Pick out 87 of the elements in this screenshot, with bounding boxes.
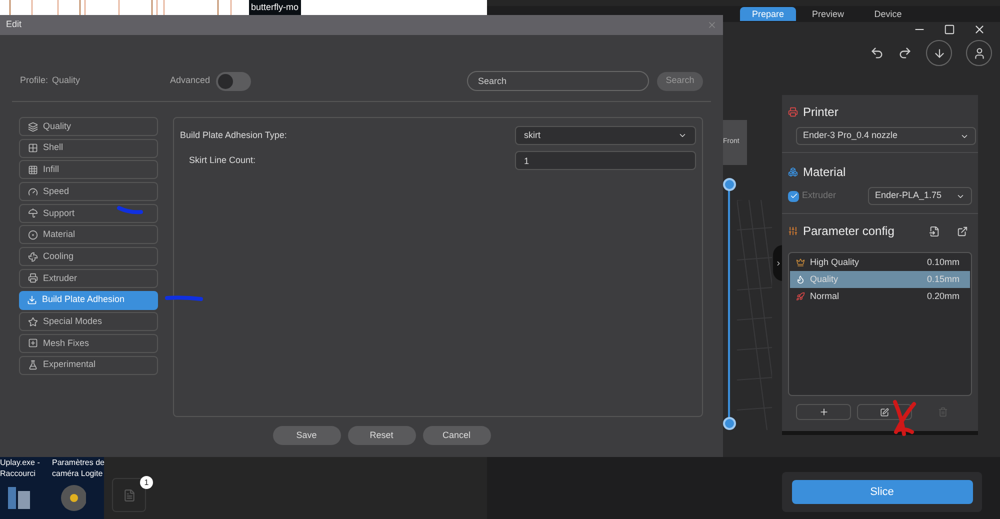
check-icon <box>790 192 798 200</box>
checkbox-label: Extruder <box>802 189 836 202</box>
setting-label: Skirt Line Count: <box>188 154 256 167</box>
advanced-toggle[interactable] <box>216 72 252 90</box>
adhesion-type-dropdown[interactable]: skirt <box>515 126 696 145</box>
maximize-icon[interactable] <box>944 24 955 34</box>
desktop-icon-label[interactable]: Paramètres de <box>52 457 104 468</box>
category-item[interactable]: Material <box>19 225 158 244</box>
desktop-icon-label[interactable]: Uplay.exe - <box>0 457 52 468</box>
export-icon[interactable] <box>957 226 968 236</box>
printer-dropdown[interactable]: Ender-3 Pro_0.4 nozzle <box>796 127 976 145</box>
category-item[interactable]: Build Plate Adhesion <box>19 290 158 310</box>
flask-icon <box>28 360 38 370</box>
tab[interactable]: Device <box>860 7 916 21</box>
window-tab-label[interactable]: butterfly-mo <box>249 0 301 15</box>
category-item[interactable]: Cooling <box>19 247 158 266</box>
sliders-icon <box>788 226 798 236</box>
section-title: Material <box>803 164 846 181</box>
fan-icon <box>28 252 38 262</box>
profile-row[interactable]: High Quality 0.10mm <box>790 254 970 271</box>
material-dropdown[interactable]: Ender-PLA_1.75 <box>868 187 972 205</box>
umbrella-icon <box>28 208 38 218</box>
extruder-checkbox[interactable] <box>788 190 799 202</box>
skirt-count-field[interactable]: 1 <box>515 151 696 170</box>
category-item[interactable]: Infill <box>19 160 158 180</box>
profile-height: 0.10mm <box>927 256 960 269</box>
setting-label: Build Plate Adhesion Type: <box>179 128 287 142</box>
arrow-down-icon <box>932 46 946 60</box>
plus-square-icon <box>28 338 38 348</box>
category-item[interactable]: Quality <box>19 117 158 136</box>
spools-icon <box>788 167 798 177</box>
category-item[interactable]: Speed <box>19 182 158 202</box>
layers-icon <box>28 122 38 132</box>
profile-name: Quality <box>810 272 840 286</box>
tab[interactable]: Preview <box>800 7 856 21</box>
advanced-label: Advanced <box>170 74 210 88</box>
edit-button[interactable] <box>857 404 912 420</box>
flame-icon <box>796 275 805 284</box>
download-button[interactable] <box>926 40 952 66</box>
profile-height: 0.20mm <box>927 290 960 303</box>
search-field[interactable]: Search <box>467 71 649 91</box>
download-icon <box>27 295 37 305</box>
edit-icon <box>880 408 889 416</box>
plus-icon <box>818 407 828 417</box>
profile-name: Normal <box>810 290 840 303</box>
caret-icon <box>678 131 687 140</box>
circle-icon <box>28 230 38 240</box>
document-icon <box>122 488 136 502</box>
grid-icon <box>28 143 38 154</box>
category-item[interactable]: Experimental <box>19 356 158 375</box>
dialog-button[interactable]: Save <box>272 426 340 445</box>
undo-icon[interactable] <box>870 46 884 60</box>
profile-row[interactable]: Normal 0.20mm <box>790 288 970 305</box>
grid-icon <box>28 164 38 175</box>
marker-stroke-drawing <box>164 294 204 303</box>
dialog-button[interactable]: Reset <box>348 426 416 445</box>
gauge-icon <box>28 186 38 197</box>
desktop-icon-label[interactable]: Raccourci <box>0 468 52 479</box>
dialog-button[interactable]: Cancel <box>422 426 490 445</box>
profile-name: High Quality <box>810 256 860 269</box>
desktop-icon-label[interactable]: caméra Logite <box>52 468 104 479</box>
category-item[interactable]: Mesh Fixes <box>19 334 158 353</box>
category-item[interactable]: Special Modes <box>19 312 158 332</box>
slice-button[interactable]: Slice <box>792 480 972 504</box>
star-icon <box>28 316 38 327</box>
category-item[interactable]: Support <box>19 204 158 223</box>
chevron-right-icon <box>774 260 782 266</box>
redo-icon[interactable] <box>898 46 912 60</box>
category-item[interactable]: Shell <box>19 138 158 158</box>
crown-icon <box>796 258 805 267</box>
profile-height: 0.15mm <box>927 272 960 286</box>
tab[interactable]: Prepare <box>740 7 796 21</box>
printer-icon <box>788 107 798 117</box>
profile-label: Profile: <box>20 74 48 88</box>
close-icon[interactable] <box>973 22 986 36</box>
notification-badge: 1 <box>140 476 153 489</box>
rocket-icon <box>796 292 805 301</box>
profile-value: Quality <box>52 74 80 88</box>
printer-icon <box>28 273 38 284</box>
marker-stroke-drawing <box>116 205 144 215</box>
user-icon <box>972 46 986 60</box>
account-button[interactable] <box>966 40 992 66</box>
section-title: Parameter config <box>803 223 896 240</box>
import-icon[interactable] <box>929 226 940 236</box>
category-item[interactable]: Extruder <box>19 268 158 288</box>
section-title: Printer <box>803 104 838 121</box>
dialog-title: Edit <box>6 18 22 32</box>
